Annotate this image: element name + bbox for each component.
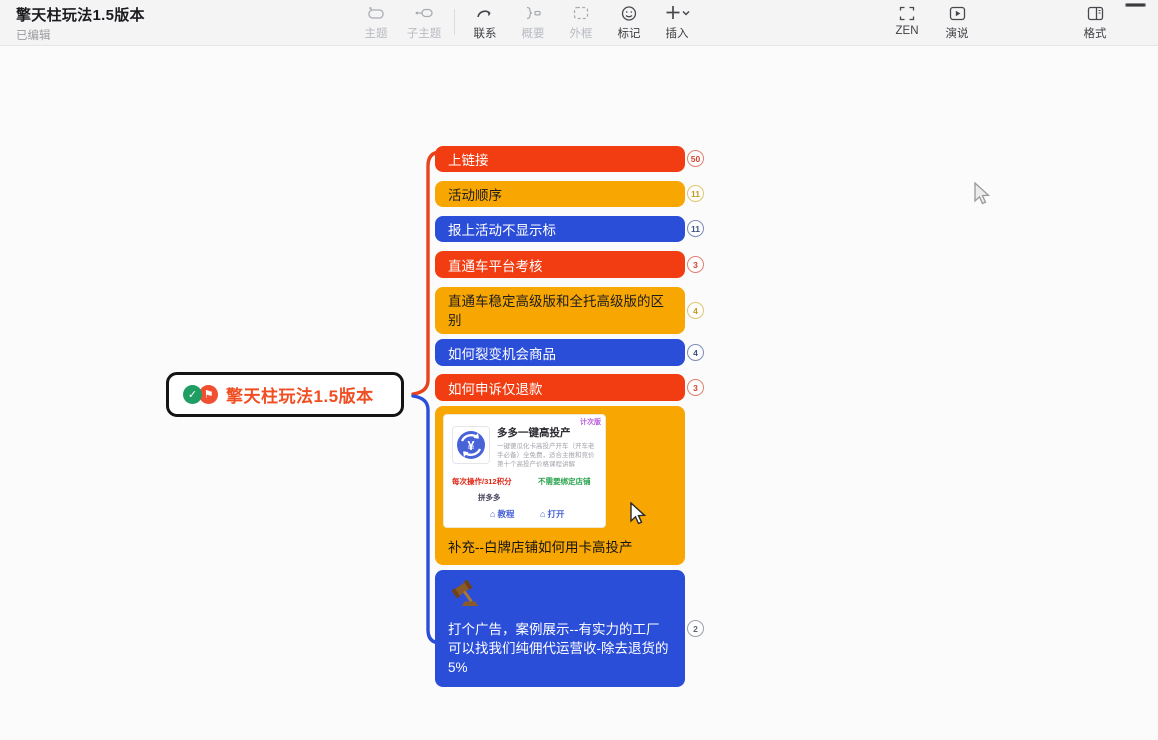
collapsed-count-badge[interactable]: 50: [687, 150, 704, 167]
format-button[interactable]: 格式: [1070, 3, 1120, 41]
card-platform-label: 拼多多: [478, 492, 501, 503]
root-topic-label: 擎天柱玩法1.5版本: [226, 382, 374, 407]
tool-label: 联系: [474, 25, 497, 41]
topic-label: 如何裂变机会商品: [448, 343, 556, 363]
presentation-icon: [948, 3, 967, 23]
mindmap-app: 擎天柱玩法1.5版本 已编辑 主题 子主题 联系: [0, 0, 1158, 740]
tool-label: 主题: [365, 25, 388, 41]
home-icon: ⌂: [490, 509, 495, 519]
topic-node-9[interactable]: 打个广告，案例展示--有实力的工厂可以找我们纯佣代运营收-除去退货的5%: [435, 570, 685, 687]
right-toolbar: ZEN 演说 格式: [882, 3, 1120, 41]
card-tutorial-button[interactable]: ⌂教程: [490, 508, 514, 520]
main-toolbar: 主题 子主题 联系 概要: [352, 3, 701, 41]
toolbar-divider: [454, 9, 455, 35]
svg-text:¥: ¥: [467, 438, 475, 453]
marker-icon: [620, 3, 638, 23]
document-meta: 擎天柱玩法1.5版本 已编辑: [16, 4, 145, 43]
home-icon: ⌂: [540, 509, 545, 519]
button-label: 打开: [547, 509, 564, 519]
topic-label: 直通车稳定高级版和全托高级版的区别: [448, 292, 672, 330]
tool-label: ZEN: [896, 25, 919, 37]
card-note-text: 不需要绑定店铺: [538, 476, 591, 487]
ghost-mouse-cursor: [972, 182, 992, 206]
window-handle: [1125, 3, 1146, 7]
topic-button[interactable]: 主题: [352, 3, 400, 41]
desc-line: 第十个高投产价格课程讲解: [497, 460, 599, 469]
insert-icon: [664, 3, 690, 23]
topic-node-2[interactable]: 活动顺序: [435, 181, 685, 207]
boundary-icon: [572, 3, 590, 23]
header-bar: 擎天柱玩法1.5版本 已编辑 主题 子主题 联系: [0, 0, 1158, 46]
subtopic-icon: [414, 3, 434, 23]
zen-mode-button[interactable]: ZEN: [882, 3, 932, 41]
topic-node-7[interactable]: 如何申诉仅退款: [435, 374, 685, 401]
card-price-text: 每次操作/312积分: [452, 476, 512, 487]
topic-node-8[interactable]: 计次版 ¥ 多多一键高投产 一键傻瓜化卡高投产开车（开车老 手必备）全免费，适合…: [435, 406, 685, 565]
topic-node-4[interactable]: 直通车平台考核: [435, 251, 685, 278]
tool-label: 格式: [1084, 25, 1107, 41]
summary-icon: [523, 3, 543, 23]
tool-label: 标记: [618, 25, 641, 41]
mindmap-canvas[interactable]: ✓ ⚑ 擎天柱玩法1.5版本 上链接 活动顺序 报上活动不显示标 直通车平台考核…: [0, 46, 1158, 740]
insert-button[interactable]: 插入: [653, 3, 701, 41]
button-label: 教程: [497, 509, 514, 519]
card-corner-tag: 计次版: [580, 417, 601, 427]
topic-label: 打个广告，案例展示--有实力的工厂可以找我们纯佣代运营收-除去退货的5%: [448, 620, 672, 677]
topic-label: 上链接: [448, 149, 489, 169]
topic-node-1[interactable]: 上链接: [435, 146, 685, 172]
format-icon: [1086, 3, 1105, 23]
card-description: 一键傻瓜化卡高投产开车（开车老 手必备）全免费，适合主推和竞价 第十个高投产价格…: [497, 442, 599, 469]
topic-node-3[interactable]: 报上活动不显示标: [435, 216, 685, 242]
topic-label: 直通车平台考核: [448, 255, 543, 275]
topic-icon: [366, 3, 386, 23]
card-open-button[interactable]: ⌂打开: [540, 508, 564, 520]
app-logo-icon: ¥: [452, 426, 490, 464]
topic-label: 补充--白牌店铺如何用卡高投产: [448, 536, 633, 556]
relationship-button[interactable]: 联系: [461, 3, 509, 41]
summary-button[interactable]: 概要: [509, 3, 557, 41]
tool-label: 演说: [946, 25, 969, 41]
collapsed-count-badge[interactable]: 3: [687, 256, 704, 273]
zen-icon: [898, 3, 916, 23]
presentation-button[interactable]: 演说: [932, 3, 982, 41]
topic-label: 报上活动不显示标: [448, 219, 556, 239]
collapsed-count-badge[interactable]: 4: [687, 302, 704, 319]
embedded-image-card[interactable]: 计次版 ¥ 多多一键高投产 一键傻瓜化卡高投产开车（开车老 手必备）全免费，适合…: [443, 414, 606, 528]
topic-label: 活动顺序: [448, 184, 502, 204]
desc-line: 手必备）全免费，适合主推和竞价: [497, 451, 599, 460]
tool-label: 概要: [522, 25, 545, 41]
boundary-button[interactable]: 外框: [557, 3, 605, 41]
topic-label: 如何申诉仅退款: [448, 378, 543, 398]
collapsed-count-badge[interactable]: 11: [687, 185, 704, 202]
collapsed-count-badge[interactable]: 3: [687, 379, 704, 396]
desc-line: 一键傻瓜化卡高投产开车（开车老: [497, 442, 599, 451]
tool-label: 子主题: [407, 25, 442, 41]
card-title: 多多一键高投产: [497, 425, 571, 440]
marker-button[interactable]: 标记: [605, 3, 653, 41]
collapsed-count-badge[interactable]: 4: [687, 344, 704, 361]
gavel-icon: [448, 579, 484, 611]
collapsed-count-badge[interactable]: 11: [687, 220, 704, 237]
subtopic-button[interactable]: 子主题: [400, 3, 448, 41]
document-status: 已编辑: [16, 27, 145, 43]
topic-node-6[interactable]: 如何裂变机会商品: [435, 339, 685, 366]
relationship-icon: [475, 3, 495, 23]
tool-label: 外框: [570, 25, 593, 41]
collapsed-count-badge[interactable]: 2: [687, 620, 704, 637]
check-icon[interactable]: ✓: [183, 385, 202, 404]
document-title: 擎天柱玩法1.5版本: [16, 4, 145, 25]
topic-node-5[interactable]: 直通车稳定高级版和全托高级版的区别: [435, 287, 685, 334]
tool-label: 插入: [666, 25, 689, 41]
root-topic-node[interactable]: ✓ ⚑ 擎天柱玩法1.5版本: [166, 372, 404, 417]
